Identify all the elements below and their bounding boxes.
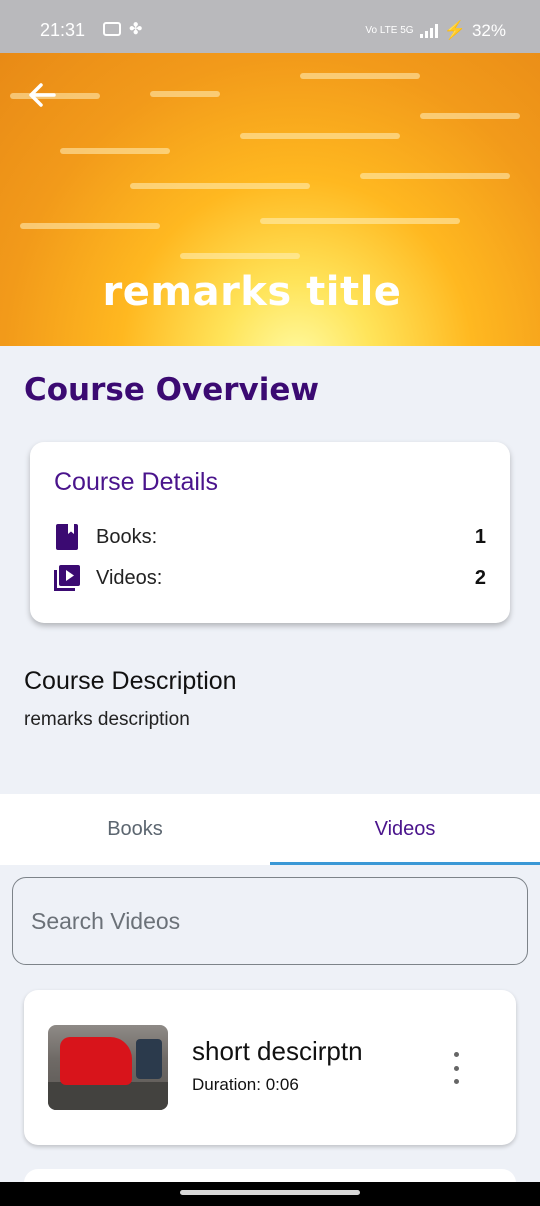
status-bar: 21:31 ✤ Vo LTE 5G ⚡ 32%: [0, 0, 540, 53]
more-options-icon[interactable]: [444, 1052, 468, 1084]
tab-videos[interactable]: Videos: [270, 794, 540, 865]
tab-books[interactable]: Books: [0, 794, 270, 865]
books-count: 1: [474, 525, 486, 548]
books-label: Books:: [96, 525, 158, 548]
network-label: Vo LTE 5G: [365, 24, 414, 36]
status-right: Vo LTE 5G ⚡ 32%: [365, 20, 506, 41]
course-description-text: remarks description: [24, 709, 190, 730]
search-videos-input[interactable]: [12, 877, 528, 965]
message-icon: [103, 22, 121, 36]
books-count-row: Books: 1: [54, 522, 486, 552]
videos-count: 2: [474, 566, 486, 589]
videos-count-row: Videos: 2: [54, 563, 486, 593]
course-details-title: Course Details: [54, 468, 218, 496]
course-overview-heading: Course Overview: [24, 372, 320, 408]
status-time: 21:31: [40, 20, 86, 40]
video-thumbnail[interactable]: [48, 1025, 168, 1110]
back-arrow-icon[interactable]: [24, 77, 60, 113]
signal-icon: [419, 23, 438, 38]
battery-percent: 32%: [471, 20, 506, 40]
course-description-heading: Course Description: [24, 667, 237, 695]
video-title: short descirptn: [192, 1036, 363, 1066]
home-gesture-handle[interactable]: [180, 1190, 360, 1195]
system-nav-bar: [0, 1182, 540, 1206]
course-title: remarks title: [102, 269, 402, 315]
notification-icons: ✤: [103, 22, 147, 38]
video-list-item[interactable]: short descirptn Duration: 0:06: [24, 990, 516, 1145]
videos-label: Videos:: [96, 566, 163, 589]
charging-icon: ⚡: [443, 20, 466, 40]
video-library-icon: [54, 565, 80, 591]
content-tabs: Books Videos: [0, 794, 540, 865]
pinwheel-icon: ✤: [129, 21, 143, 38]
book-icon: [54, 524, 80, 550]
video-duration: Duration: 0:06: [192, 1075, 299, 1094]
course-hero-image: remarks title: [0, 53, 540, 346]
course-details-card: Course Details Books: 1 Videos: 2: [30, 442, 510, 623]
